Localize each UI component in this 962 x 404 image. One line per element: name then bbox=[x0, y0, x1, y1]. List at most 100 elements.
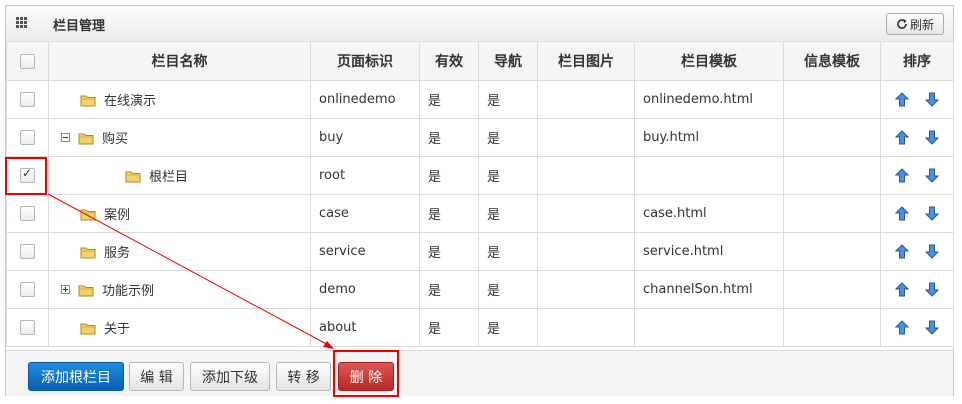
cell-nav: 是 bbox=[478, 156, 538, 195]
header-select-all[interactable] bbox=[6, 41, 49, 81]
arrow-up-icon[interactable] bbox=[894, 320, 910, 335]
arrow-up-icon[interactable] bbox=[894, 92, 910, 107]
row-checkbox[interactable] bbox=[20, 244, 35, 259]
row-checkbox[interactable] bbox=[20, 92, 35, 107]
cell-valid: 是 bbox=[419, 232, 479, 271]
cell-sort bbox=[880, 156, 954, 195]
cell-valid: 是 bbox=[419, 118, 479, 157]
folder-icon bbox=[78, 132, 94, 144]
refresh-label: 刷新 bbox=[909, 17, 934, 32]
table-row[interactable]: 在线演示 onlinedemo 是是 onlinedemo.html bbox=[6, 80, 954, 119]
header-nav: 导航 bbox=[478, 41, 538, 81]
table-row[interactable]: 服务 service 是是 service.html bbox=[6, 232, 954, 271]
row-checkbox[interactable] bbox=[20, 282, 35, 297]
column-name-label[interactable]: 功能示例 bbox=[102, 280, 154, 299]
folder-icon bbox=[125, 170, 141, 182]
cell-nav: 是 bbox=[478, 194, 538, 233]
arrow-down-icon[interactable] bbox=[924, 92, 940, 107]
cell-template: buy.html bbox=[634, 118, 784, 157]
move-button[interactable]: 转 移 bbox=[276, 362, 331, 391]
add-child-button[interactable]: 添加下级 bbox=[190, 362, 270, 391]
arrow-up-icon[interactable] bbox=[894, 282, 910, 297]
cell-column-name: 案例 bbox=[48, 194, 311, 233]
row-checkbox[interactable] bbox=[20, 320, 35, 335]
cell-image bbox=[537, 308, 635, 347]
row-select-cell[interactable] bbox=[6, 232, 49, 271]
header-page-id: 页面标识 bbox=[310, 41, 420, 81]
select-all-checkbox[interactable] bbox=[20, 53, 35, 69]
row-select-cell[interactable] bbox=[6, 194, 49, 233]
header-image: 栏目图片 bbox=[537, 41, 635, 81]
cell-valid: 是 bbox=[419, 270, 479, 309]
cell-info-template bbox=[783, 118, 881, 157]
folder-icon bbox=[78, 284, 94, 296]
edit-button[interactable]: 编 辑 bbox=[129, 362, 184, 391]
cell-nav: 是 bbox=[478, 270, 538, 309]
table-row[interactable]: 案例 case 是是 case.html bbox=[6, 194, 954, 233]
cell-page-id: service bbox=[310, 232, 420, 271]
cell-page-id: demo bbox=[310, 270, 420, 309]
arrow-up-icon[interactable] bbox=[894, 206, 910, 221]
arrow-up-icon[interactable] bbox=[894, 130, 910, 145]
folder-icon bbox=[80, 94, 96, 106]
table-row[interactable]: 购买 buy 是是 buy.html bbox=[6, 118, 954, 157]
row-checkbox[interactable] bbox=[20, 206, 35, 221]
header-column-name: 栏目名称 bbox=[48, 41, 311, 81]
cell-template bbox=[634, 156, 784, 195]
header-sort: 排序 bbox=[880, 41, 954, 81]
arrow-up-icon[interactable] bbox=[894, 168, 910, 183]
cell-nav: 是 bbox=[478, 308, 538, 347]
panel-title: 栏目管理 bbox=[53, 19, 106, 34]
header-info-template: 信息模板 bbox=[783, 41, 881, 81]
refresh-icon bbox=[897, 19, 907, 29]
cell-column-name: 功能示例 bbox=[48, 270, 311, 309]
row-select-cell[interactable] bbox=[6, 270, 49, 309]
cell-valid: 是 bbox=[419, 80, 479, 119]
add-root-button[interactable]: 添加根栏目 bbox=[28, 362, 124, 391]
arrow-down-icon[interactable] bbox=[924, 130, 940, 145]
column-name-label[interactable]: 服务 bbox=[104, 242, 130, 261]
cell-sort bbox=[880, 308, 954, 347]
collapse-icon[interactable] bbox=[61, 133, 70, 142]
cell-image bbox=[537, 194, 635, 233]
row-select-cell[interactable] bbox=[6, 308, 49, 347]
cell-page-id: onlinedemo bbox=[310, 80, 420, 119]
row-select-cell[interactable] bbox=[6, 118, 49, 157]
arrow-up-icon[interactable] bbox=[894, 244, 910, 259]
folder-icon bbox=[80, 246, 96, 258]
row-checkbox[interactable] bbox=[20, 130, 35, 145]
expand-icon[interactable] bbox=[61, 285, 70, 294]
folder-icon bbox=[80, 208, 96, 220]
table-row[interactable]: 关于 about 是是 bbox=[6, 308, 954, 347]
cell-valid: 是 bbox=[419, 156, 479, 195]
refresh-button[interactable]: 刷新 bbox=[886, 13, 944, 35]
header-template: 栏目模板 bbox=[634, 41, 784, 81]
cell-page-id: case bbox=[310, 194, 420, 233]
arrow-down-icon[interactable] bbox=[924, 168, 940, 183]
row-select-cell[interactable] bbox=[6, 80, 49, 119]
arrow-down-icon[interactable] bbox=[924, 320, 940, 335]
column-name-label[interactable]: 在线演示 bbox=[104, 90, 156, 109]
cell-info-template bbox=[783, 232, 881, 271]
column-name-label[interactable]: 关于 bbox=[104, 318, 130, 337]
delete-highlight-box bbox=[333, 350, 399, 397]
arrow-down-icon[interactable] bbox=[924, 282, 940, 297]
cell-page-id: buy bbox=[310, 118, 420, 157]
header-valid: 有效 bbox=[419, 41, 479, 81]
arrow-down-icon[interactable] bbox=[924, 206, 940, 221]
column-name-label[interactable]: 根栏目 bbox=[149, 166, 188, 185]
checkbox-highlight-box bbox=[5, 157, 47, 195]
cell-sort bbox=[880, 80, 954, 119]
cell-image bbox=[537, 80, 635, 119]
cell-template: onlinedemo.html bbox=[634, 80, 784, 119]
arrow-down-icon[interactable] bbox=[924, 244, 940, 259]
grid-icon bbox=[16, 17, 28, 29]
column-name-label[interactable]: 案例 bbox=[104, 204, 130, 223]
table-row[interactable]: 根栏目root是是 bbox=[6, 156, 954, 195]
cell-image bbox=[537, 156, 635, 195]
cell-image bbox=[537, 118, 635, 157]
bottom-toolbar: 添加根栏目 编 辑 添加下级 转 移 删 除 bbox=[6, 350, 953, 396]
table-row[interactable]: 功能示例 demo 是是 channelSon.html bbox=[6, 270, 954, 309]
panel-header: 栏目管理 刷新 bbox=[6, 6, 953, 42]
column-name-label[interactable]: 购买 bbox=[102, 128, 128, 147]
